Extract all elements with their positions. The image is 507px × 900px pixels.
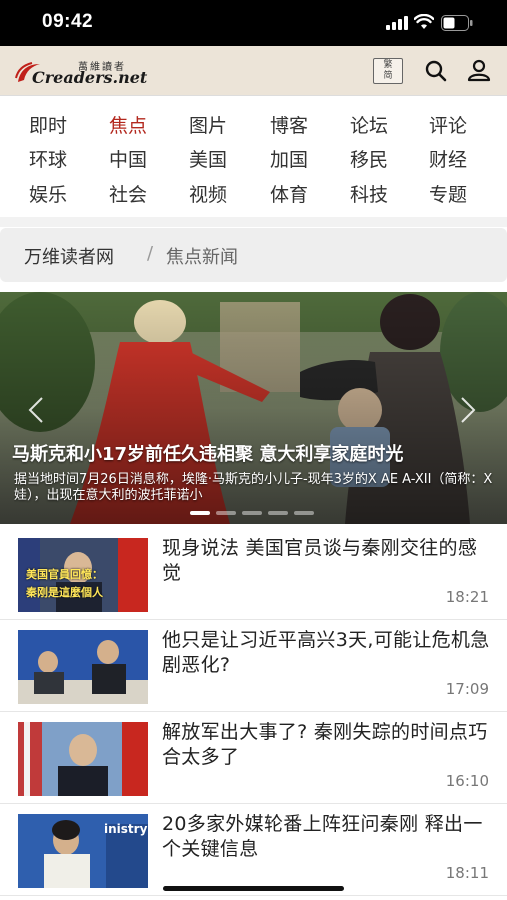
category-tab[interactable]: 体育 — [259, 180, 319, 207]
news-time: 17:09 — [445, 680, 489, 698]
news-title[interactable]: 20多家外媒轮番上阵狂问秦刚 释出一个关键信息 — [162, 812, 492, 862]
news-list-item[interactable]: 解放军出大事了? 秦刚失踪的时间点巧合太多了 16:10 — [0, 712, 507, 804]
battery-icon — [441, 15, 473, 31]
news-title[interactable]: 现身说法 美国官员谈与秦刚交往的感觉 — [162, 536, 492, 586]
user-account-icon[interactable] — [467, 58, 491, 82]
carousel-prev-icon[interactable] — [26, 396, 46, 424]
category-tab[interactable]: 移民 — [339, 145, 399, 172]
news-thumbnail — [18, 722, 148, 796]
category-tab[interactable]: 即时 — [18, 111, 78, 138]
logo-english-text: Creaders.net — [32, 68, 148, 87]
news-list-item[interactable]: 美国官員回憶： 秦刚是這麼個人 现身说法 美国官员谈与秦刚交往的感觉 18:21 — [0, 528, 507, 620]
news-title[interactable]: 他只是让习近平高兴3天,可能让危机急剧恶化? — [162, 628, 492, 678]
category-tab[interactable]: 论坛 — [339, 111, 399, 138]
breadcrumb-separator: / — [147, 243, 154, 264]
category-tab[interactable]: 评论 — [418, 111, 478, 138]
category-tab[interactable]: 视频 — [178, 180, 238, 207]
category-tab[interactable]: 中国 — [98, 145, 158, 172]
category-tab[interactable]: 专题 — [418, 180, 478, 207]
category-nav: 即时 焦点 图片 博客 论坛 评论环球 中国 美国 加国 移民 财经娱乐 社会 视频 体育 科技 专题 — [0, 97, 507, 217]
news-time: 16:10 — [445, 772, 489, 790]
carousel-dot[interactable] — [268, 511, 288, 515]
status-bar: 09:42 — [0, 0, 507, 46]
app-header: 萬維讀者 Creaders.net 繁 简 — [0, 46, 507, 96]
home-indicator[interactable] — [163, 886, 344, 891]
carousel-dot[interactable] — [190, 511, 210, 515]
news-thumbnail — [18, 630, 148, 704]
category-tab[interactable]: 图片 — [178, 111, 238, 138]
carousel-next-icon[interactable] — [458, 396, 478, 424]
breadcrumb-home-link[interactable]: 万维读者网 — [24, 243, 114, 269]
cellular-signal-icon — [386, 16, 408, 30]
carousel-indicators — [190, 511, 320, 517]
category-tab[interactable]: 博客 — [259, 111, 319, 138]
breadcrumb-current: 焦点新闻 — [166, 247, 238, 268]
news-time: 18:21 — [445, 588, 489, 606]
search-icon[interactable] — [424, 59, 448, 83]
status-time: 09:42 — [42, 11, 94, 32]
wifi-icon — [414, 14, 434, 29]
section-divider — [0, 217, 507, 227]
category-tab[interactable]: 环球 — [18, 145, 78, 172]
category-tab[interactable]: 科技 — [339, 180, 399, 207]
hero-carousel[interactable]: 马斯克和小17岁前任久违相聚 意大利享家庭时光 据当地时间7月26日消息称，埃隆… — [0, 292, 507, 524]
category-tab[interactable]: 美国 — [178, 145, 238, 172]
news-title[interactable]: 解放军出大事了? 秦刚失踪的时间点巧合太多了 — [162, 720, 492, 770]
category-tab[interactable]: 焦点 — [98, 111, 158, 138]
news-time: 18:11 — [445, 864, 489, 882]
thumbnail-caption: 秦刚是這麼個人 — [26, 586, 103, 599]
category-tab[interactable]: 社会 — [98, 180, 158, 207]
thumbnail-caption: 美国官員回憶： — [26, 568, 103, 581]
hero-summary: 据当地时间7月26日消息称，埃隆·马斯克的小儿子-现年3岁的X AE A-XII… — [14, 472, 493, 503]
breadcrumb: 万维读者网 / 焦点新闻 — [0, 228, 507, 282]
category-tab[interactable]: 娱乐 — [18, 180, 78, 207]
category-tab[interactable]: 财经 — [418, 145, 478, 172]
traditional-simplified-toggle[interactable]: 繁 简 — [373, 58, 403, 84]
news-list-item[interactable]: inistry 20多家外媒轮番上阵狂问秦刚 释出一个关键信息 18:11 — [0, 804, 507, 896]
site-logo[interactable]: 萬維讀者 Creaders.net — [14, 54, 148, 88]
category-tab[interactable]: 加国 — [259, 145, 319, 172]
hero-title[interactable]: 马斯克和小17岁前任久违相聚 意大利享家庭时光 — [12, 440, 502, 466]
carousel-dot[interactable] — [242, 511, 262, 515]
thumbnail-caption: inistry — [104, 822, 148, 836]
news-list-item[interactable]: 他只是让习近平高兴3天,可能让危机急剧恶化? 17:09 — [0, 620, 507, 712]
carousel-dot[interactable] — [294, 511, 314, 515]
carousel-dot[interactable] — [216, 511, 236, 515]
